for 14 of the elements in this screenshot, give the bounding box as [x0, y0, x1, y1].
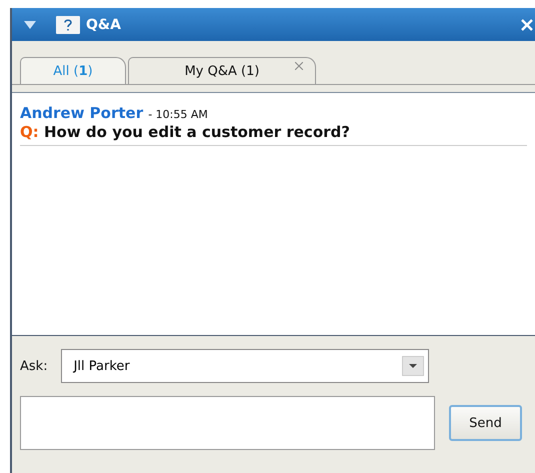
send-button[interactable]: Send [449, 405, 522, 441]
question-prefix: Q: [20, 123, 39, 141]
close-icon[interactable] [521, 18, 533, 30]
ask-label: Ask: [20, 358, 48, 374]
help-icon [56, 16, 80, 34]
question-text: How do you edit a customer record? [44, 123, 350, 141]
recipient-dropdown[interactable]: Jll Parker [60, 349, 429, 383]
collapse-caret-icon[interactable] [24, 20, 36, 28]
author-name: Andrew Porter [20, 104, 144, 122]
close-tab-icon[interactable] [295, 62, 303, 70]
window-title: Q&A [86, 16, 121, 32]
tab[interactable]: My Q&A (1) [128, 57, 316, 84]
message-time: - 10:55 AM [148, 108, 208, 121]
message-input-field[interactable] [20, 396, 435, 450]
